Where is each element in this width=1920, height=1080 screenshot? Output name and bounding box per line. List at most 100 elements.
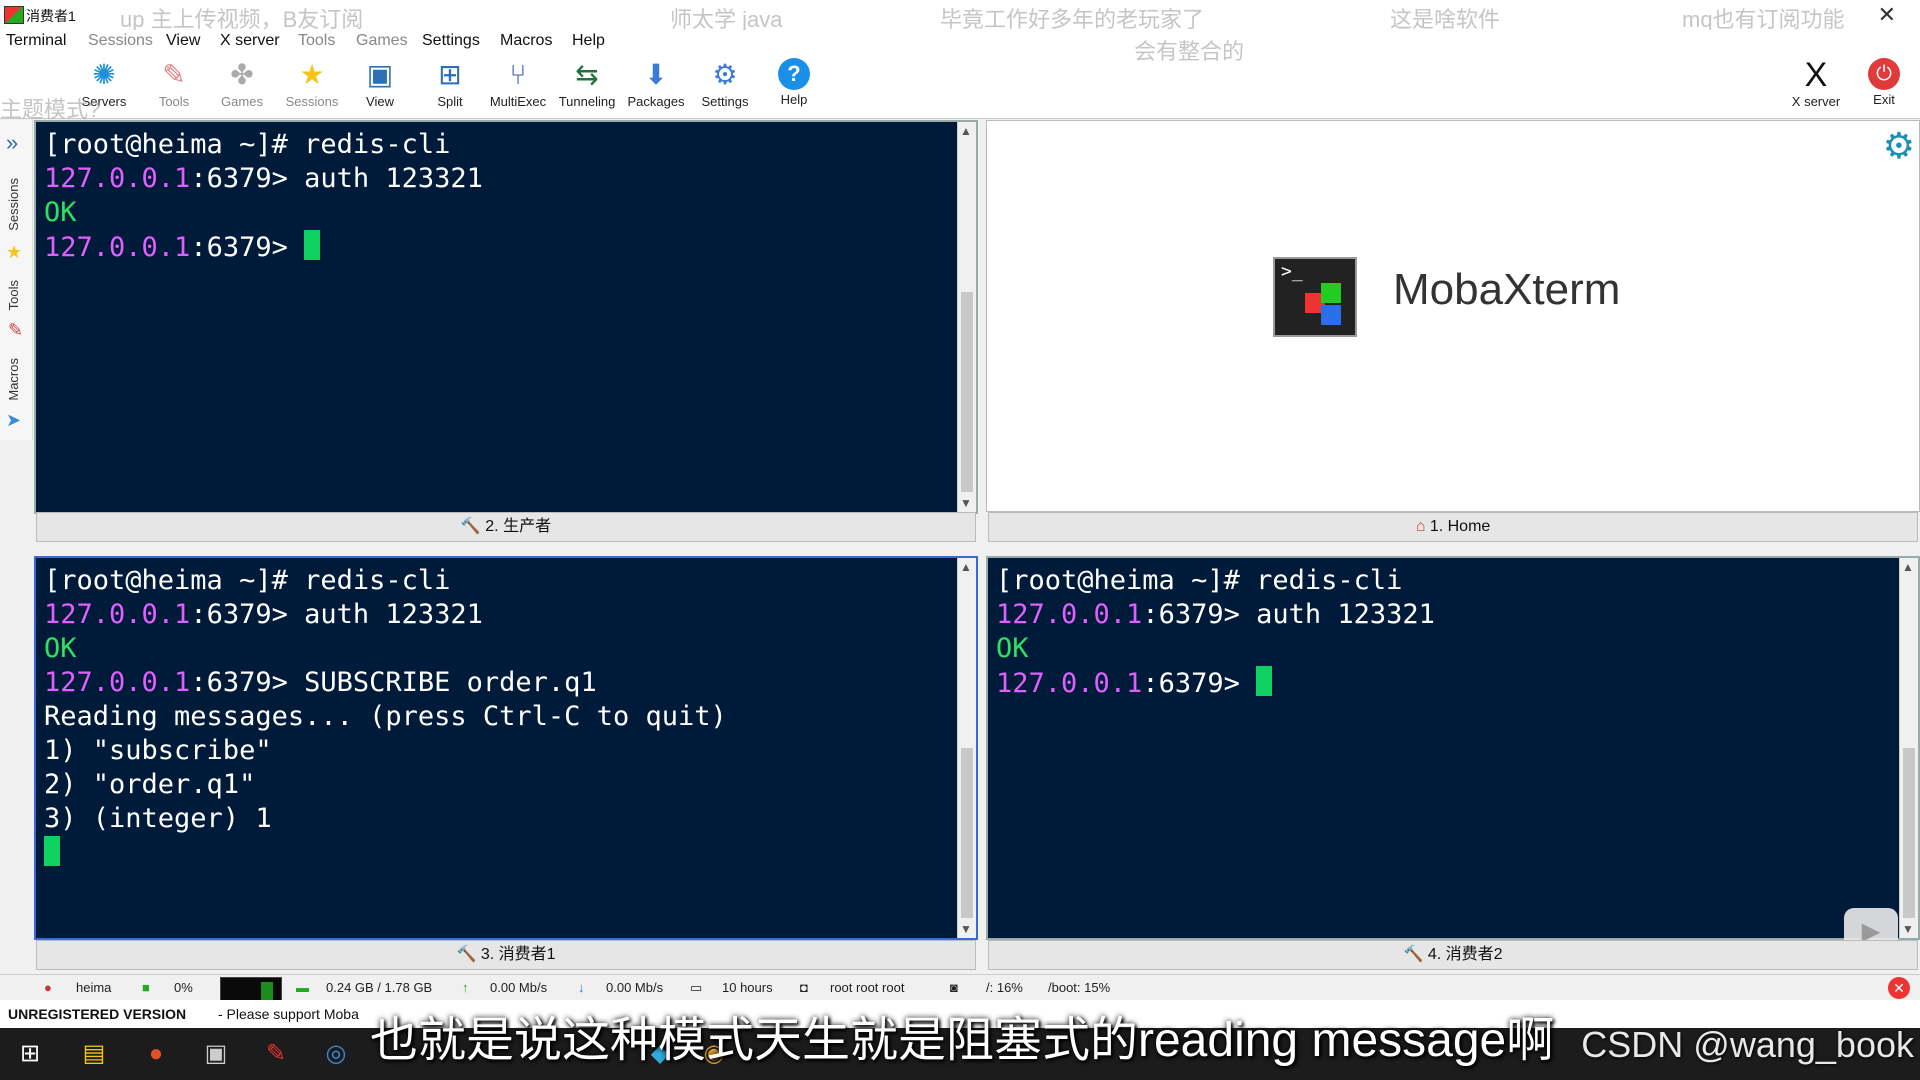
user-icon: ◘ <box>800 980 808 995</box>
multiexec-button[interactable]: ⑂ MultiExec <box>484 56 552 116</box>
sidebar-tools[interactable]: Tools <box>6 280 21 310</box>
view-button[interactable]: ▣ View <box>346 56 414 116</box>
split-icon: ⊞ <box>438 59 462 90</box>
settings-button[interactable]: ⚙ Settings <box>691 56 759 116</box>
folder-icon[interactable]: ▤ <box>74 1036 114 1072</box>
pen-icon[interactable]: ✎ <box>256 1036 296 1072</box>
scroll-up-icon[interactable]: ▲ <box>960 124 972 138</box>
xserver-icon: X <box>1804 56 1828 94</box>
menu-tools[interactable]: Tools <box>298 32 335 50</box>
scroll-down-icon[interactable]: ▼ <box>1902 922 1914 936</box>
window-title: 消费者1 <box>26 8 76 24</box>
toolbar: ✺ Servers ✎ Tools ✤ Games ★ Sessions ▣ View ⊞… <box>0 52 1920 119</box>
cpu-icon: ■ <box>142 980 150 995</box>
scrollbar[interactable]: ▲ ▼ <box>957 122 976 512</box>
packages-button[interactable]: ⬇ Packages <box>622 56 690 116</box>
xserver-button[interactable]: XX server <box>1782 56 1850 116</box>
tools-icon: 🔨 <box>460 518 481 535</box>
sidebar-sessions[interactable]: Sessions <box>6 178 21 231</box>
scroll-thumb[interactable] <box>961 292 973 492</box>
terminal-icon[interactable]: ▣ <box>196 1036 236 1072</box>
terminal-pane-consumer1[interactable]: [root@heima ~]# redis-cli 127.0.0.1:6379… <box>34 556 978 940</box>
download-icon: ↓ <box>578 980 585 995</box>
menu-view[interactable]: View <box>166 32 200 50</box>
menu-sessions[interactable]: Sessions <box>88 32 153 50</box>
gear-icon: ⚙ <box>712 59 738 90</box>
scrollbar[interactable]: ▲ ▼ <box>957 558 976 938</box>
home-pane: ⚙ >_ MobaXterm <box>986 120 1920 512</box>
scroll-thumb[interactable] <box>1903 748 1915 918</box>
menu-games[interactable]: Games <box>356 32 408 50</box>
tools-button[interactable]: ✎ Tools <box>140 56 208 116</box>
tab-producer[interactable]: 🔨 2. 生产者 <box>36 512 976 542</box>
terminal-cursor <box>44 836 60 866</box>
status-users: root root root <box>830 980 905 995</box>
status-download: 0.00 Mb/s <box>606 980 664 995</box>
games-button[interactable]: ✤ Games <box>208 56 276 116</box>
powerpoint-icon[interactable]: ● <box>136 1036 176 1072</box>
tunneling-icon: ⇆ <box>575 59 599 90</box>
terminal-cursor <box>304 230 321 260</box>
scroll-thumb[interactable] <box>961 748 973 918</box>
power-icon: ⏻ <box>1868 58 1900 90</box>
star-icon: ★ <box>6 242 23 262</box>
tunneling-button[interactable]: ⇆ Tunneling <box>553 56 621 116</box>
tools-icon: 🔨 <box>1403 946 1424 963</box>
scroll-down-icon[interactable]: ▼ <box>960 922 972 936</box>
support-text[interactable]: - Please support Moba <box>218 1006 359 1022</box>
menu-help[interactable]: Help <box>572 32 605 50</box>
menu-settings[interactable]: Settings <box>422 32 480 50</box>
sidebar-macros[interactable]: Macros <box>6 358 21 401</box>
terminal-pane-producer[interactable]: [root@heima ~]# redis-cli 127.0.0.1:6379… <box>34 120 978 514</box>
video-subtitle: 也就是说这种模式天生就是阻塞式的reading message啊 <box>370 1014 1555 1067</box>
scrollbar[interactable]: ▲ ▼ <box>1899 558 1918 938</box>
scroll-down-icon[interactable]: ▼ <box>960 496 972 510</box>
scroll-up-icon[interactable]: ▲ <box>960 560 972 574</box>
host-icon: ● <box>44 980 52 995</box>
memory-icon: ▬ <box>296 980 309 995</box>
status-upload: 0.00 Mb/s <box>490 980 548 995</box>
status-host: heima <box>76 980 112 995</box>
status-uptime: 10 hours <box>722 980 773 995</box>
tools-icon: 🔨 <box>456 946 477 963</box>
close-icon[interactable]: ✕ <box>1878 2 1896 28</box>
upload-icon: ↑ <box>462 980 469 995</box>
monitor-icon: ▭ <box>690 980 703 995</box>
tab-consumer2[interactable]: 🔨 4. 消费者2 <box>988 940 1918 970</box>
tab-home[interactable]: ⌂ 1. Home <box>988 512 1918 542</box>
exit-button[interactable]: ⏻ Exit <box>1850 56 1918 116</box>
app-icon <box>4 6 24 24</box>
close-icon[interactable]: ✕ <box>1888 977 1910 999</box>
status-bar: ● heima ■ 0% ▬ 0.24 GB / 1.78 GB ↑ 0.00 … <box>0 974 1920 1001</box>
gear-icon[interactable]: ⚙ <box>1883 125 1915 167</box>
tab-consumer1[interactable]: 🔨 3. 消费者1 <box>36 940 976 970</box>
app-icon[interactable]: ◎ <box>316 1036 356 1072</box>
view-icon: ▣ <box>366 59 394 90</box>
menu-terminal[interactable]: Terminal <box>6 32 66 50</box>
watermark: CSDN @wang_book <box>1581 1024 1914 1065</box>
brand-name: MobaXterm <box>1393 265 1621 314</box>
disk-icon: ◙ <box>950 980 958 995</box>
help-button[interactable]: ? Help <box>760 56 828 116</box>
split-button[interactable]: ⊞ Split <box>416 56 484 116</box>
help-icon: ? <box>778 58 810 90</box>
prompt-icon: >_ <box>1281 261 1303 282</box>
terminal-output: [root@heima ~]# redis-cli 127.0.0.1:6379… <box>44 564 727 871</box>
packages-icon: ⬇ <box>644 59 668 90</box>
overlay-comment: 主题模式? <box>0 97 101 122</box>
scroll-up-icon[interactable]: ▲ <box>1902 560 1914 574</box>
games-icon: ✤ <box>230 59 254 90</box>
send-icon: ➤ <box>6 410 22 430</box>
terminal-cursor <box>1256 666 1273 696</box>
menu-xserver[interactable]: X server <box>220 32 280 50</box>
home-icon: ⌂ <box>1415 518 1426 535</box>
tools-icon: ✎ <box>162 59 186 90</box>
tools-icon: ✎ <box>8 320 24 340</box>
expand-chevron-icon[interactable]: » <box>6 130 18 156</box>
terminal-pane-consumer2[interactable]: [root@heima ~]# redis-cli 127.0.0.1:6379… <box>986 556 1920 956</box>
menu-macros[interactable]: Macros <box>500 32 552 50</box>
unregistered-label: UNREGISTERED VERSION <box>8 1006 187 1022</box>
sessions-button[interactable]: ★ Sessions <box>278 56 346 116</box>
servers-icon: ✺ <box>92 59 116 90</box>
windows-start-icon[interactable]: ⊞ <box>10 1036 50 1072</box>
